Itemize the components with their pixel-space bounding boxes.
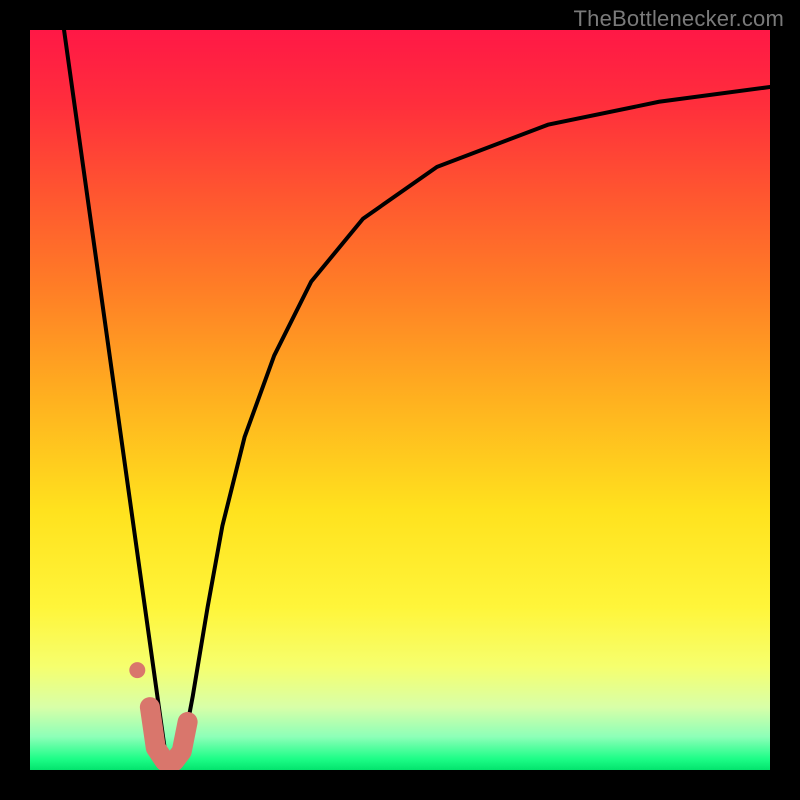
- watermark-text: TheBottlenecker.com: [574, 6, 784, 32]
- gradient-background: [30, 30, 770, 770]
- chart-frame: TheBottlenecker.com: [0, 0, 800, 800]
- plot-area: [30, 30, 770, 770]
